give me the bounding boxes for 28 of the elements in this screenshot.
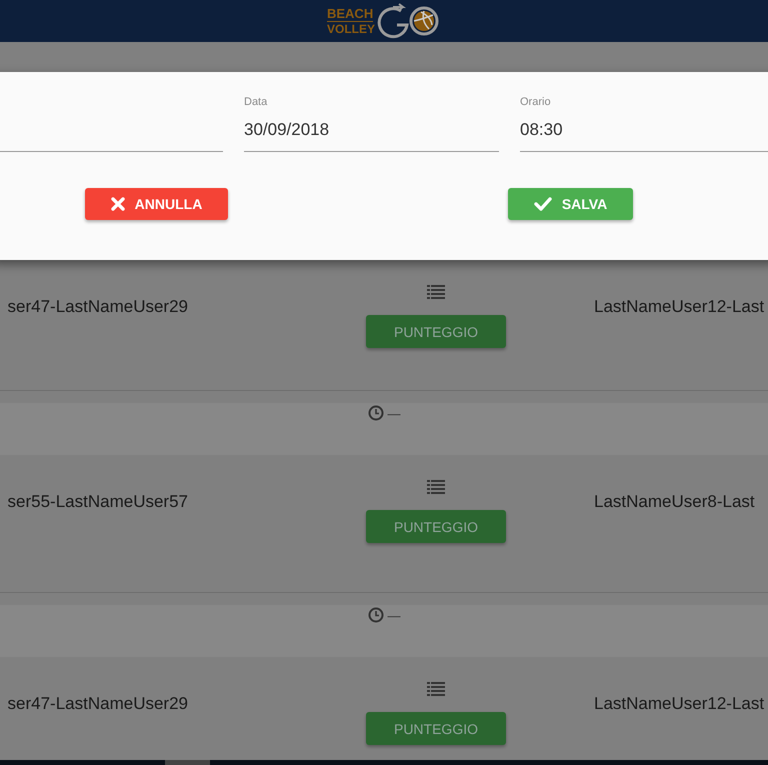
score-button[interactable]: PUNTEGGIO (366, 510, 506, 543)
time-text: — (388, 607, 400, 625)
scrollbar-thumb[interactable] (165, 760, 210, 765)
logo-text: BEACH (326, 6, 374, 22)
team-name: LastNameUser12-Last (594, 693, 766, 714)
save-button[interactable]: SALVA (508, 188, 633, 220)
score-button[interactable]: PUNTEGGIO (366, 712, 506, 745)
team-name: LastNameUser8-Last (594, 491, 756, 512)
input-field[interactable]: 30/09/2018 (244, 120, 330, 140)
clock-icon (368, 607, 384, 623)
cancel-button[interactable]: ANNULLA (85, 188, 228, 220)
team-name: ser47-LastNameUser29 (6, 693, 188, 714)
list-icon[interactable] (427, 285, 445, 299)
field-label: Data (244, 95, 268, 109)
team-name: ser55-LastNameUser57 (6, 491, 188, 512)
field-label: Orario (520, 95, 551, 109)
team-name: LastNameUser12-Last (594, 296, 766, 317)
logo-drawing (377, 3, 441, 39)
close-icon (110, 197, 125, 211)
time-text: — (388, 405, 400, 423)
list-icon[interactable] (427, 682, 445, 696)
input-field[interactable]: 08:30 (520, 120, 563, 140)
list-icon[interactable] (427, 480, 445, 494)
team-name: ser47-LastNameUser29 (6, 296, 188, 317)
clock-icon (368, 405, 384, 421)
logo-text: VOLLEY (326, 22, 375, 36)
check-icon (534, 197, 552, 211)
score-button[interactable]: PUNTEGGIO (366, 315, 506, 348)
